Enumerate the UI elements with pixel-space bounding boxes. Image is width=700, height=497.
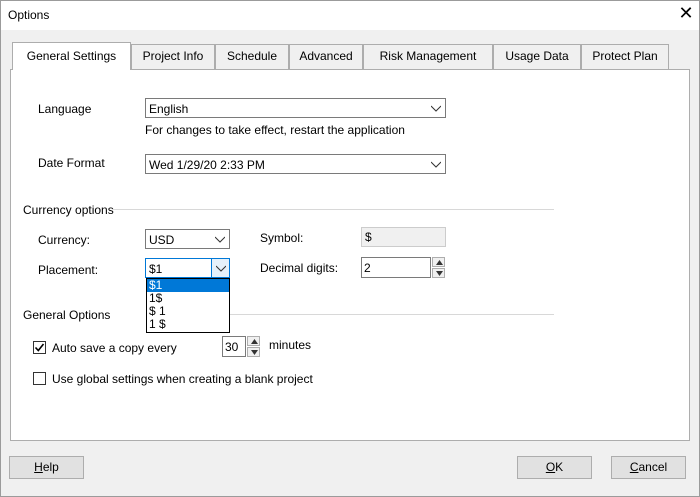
autosave-checkbox[interactable] xyxy=(33,341,46,354)
general-options-section-title: General Options xyxy=(23,308,111,322)
placement-option[interactable]: 1 $ xyxy=(147,318,229,331)
tab-project-info[interactable]: Project Info xyxy=(131,44,215,69)
tab-general-settings[interactable]: General Settings xyxy=(12,42,131,70)
date-format-value: Wed 1/29/20 2:33 PM xyxy=(149,158,265,172)
tab-advanced[interactable]: Advanced xyxy=(289,44,363,69)
autosave-minutes-value: 30 xyxy=(225,340,239,354)
date-format-label: Date Format xyxy=(38,156,105,170)
checkmark-icon xyxy=(34,343,45,352)
currency-section-title: Currency options xyxy=(23,203,114,217)
placement-label: Placement: xyxy=(38,263,99,277)
cancel-rest: ancel xyxy=(638,460,668,474)
global-settings-checkbox[interactable] xyxy=(33,372,46,385)
tab-risk-management[interactable]: Risk Management xyxy=(363,44,493,69)
help-rest: elp xyxy=(42,460,59,474)
arrow-down-icon xyxy=(436,271,443,276)
decimal-digits-up-button[interactable] xyxy=(432,257,445,267)
chevron-down-icon xyxy=(431,161,441,168)
chevron-down-icon xyxy=(431,105,441,112)
date-format-select[interactable]: Wed 1/29/20 2:33 PM xyxy=(145,154,446,174)
decimal-digits-label: Decimal digits: xyxy=(260,261,339,275)
help-accel: H xyxy=(34,460,43,474)
tab-schedule[interactable]: Schedule xyxy=(215,44,289,69)
decimal-digits-down-button[interactable] xyxy=(432,268,445,278)
currency-label: Currency: xyxy=(38,233,91,247)
language-select[interactable]: English xyxy=(145,98,446,118)
general-options-divider xyxy=(230,314,554,315)
arrow-up-icon xyxy=(436,260,443,265)
decimal-digits-value: 2 xyxy=(364,261,371,275)
chevron-down-icon xyxy=(215,236,225,243)
currency-value: USD xyxy=(149,233,175,247)
currency-select[interactable]: USD xyxy=(145,229,230,249)
language-value: English xyxy=(149,102,189,116)
tab-usage-data[interactable]: Usage Data xyxy=(493,44,581,69)
symbol-label: Symbol: xyxy=(260,231,304,245)
symbol-field: $ xyxy=(361,227,446,247)
chevron-down-icon xyxy=(216,265,226,272)
close-icon[interactable]: ✕ xyxy=(676,3,696,25)
autosave-down-button[interactable] xyxy=(247,347,260,357)
window-title: Options xyxy=(8,8,50,22)
language-label: Language xyxy=(38,102,92,116)
decimal-digits-input[interactable]: 2 xyxy=(361,257,431,278)
arrow-down-icon xyxy=(251,350,258,355)
title-bar xyxy=(0,0,700,30)
autosave-label: Auto save a copy every xyxy=(52,341,177,355)
tab-protect-plan[interactable]: Protect Plan xyxy=(581,44,669,69)
autosave-unit: minutes xyxy=(269,338,312,352)
placement-value: $1 xyxy=(149,262,163,276)
ok-rest: K xyxy=(555,460,564,474)
arrow-up-icon xyxy=(251,339,258,344)
placement-select[interactable]: $1 xyxy=(145,258,230,278)
autosave-minutes-input[interactable]: 30 xyxy=(222,336,246,357)
help-button[interactable]: Help xyxy=(9,456,84,479)
language-note: For changes to take effect, restart the … xyxy=(145,123,405,137)
global-settings-label: Use global settings when creating a blan… xyxy=(52,372,313,386)
cancel-button[interactable]: Cancel xyxy=(611,456,686,479)
placement-dropdown-list: $1 1$ $ 1 1 $ xyxy=(146,278,230,333)
symbol-value: $ xyxy=(365,230,372,244)
autosave-up-button[interactable] xyxy=(247,336,260,346)
ok-accel: O xyxy=(545,460,556,474)
ok-button[interactable]: OK xyxy=(517,456,592,479)
placement-dropdown-button[interactable] xyxy=(211,259,229,277)
currency-section-divider xyxy=(112,209,554,210)
